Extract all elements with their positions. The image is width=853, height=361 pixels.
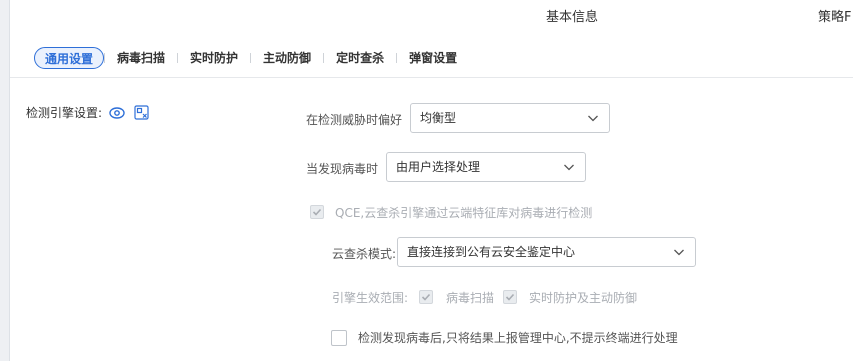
virus-found-label: 当发现病毒时 <box>306 162 379 176</box>
chevron-down-icon <box>674 249 684 256</box>
qce-label: QCE,云查杀引擎通过云端特征库对病毒进行检测 <box>335 206 593 220</box>
scope-realtime-label: 实时防护及主动防御 <box>529 291 638 305</box>
scope-realtime-checkbox[interactable] <box>503 290 517 304</box>
subtab-popup-settings[interactable]: 弹窗设置 <box>397 47 469 69</box>
section-title: 检测引擎设置: <box>26 106 103 120</box>
threat-preference-label: 在检测威胁时偏好 <box>306 113 403 127</box>
eye-icon[interactable] <box>108 105 126 121</box>
chevron-down-icon <box>588 115 598 122</box>
left-panel-border <box>0 0 10 361</box>
report-only-checkbox[interactable] <box>331 330 347 346</box>
virus-found-select[interactable]: 由用户选择处理 <box>386 152 586 182</box>
cloud-mode-select[interactable]: 直接连接到公有云安全鉴定中心 <box>397 237 696 267</box>
subtab-scheduled-scan[interactable]: 定时查杀 <box>324 47 396 69</box>
threat-preference-select[interactable]: 均衡型 <box>410 103 610 133</box>
checkmark-icon <box>312 208 322 216</box>
tab-basic-info[interactable]: 基本信息 <box>546 6 598 25</box>
cloud-mode-value: 直接连接到公有云安全鉴定中心 <box>407 245 576 259</box>
top-tab-bar: 基本信息 策略F <box>0 0 853 30</box>
subtab-realtime-protection[interactable]: 实时防护 <box>178 47 250 69</box>
checkmark-icon <box>505 293 515 301</box>
threat-preference-value: 均衡型 <box>420 111 457 125</box>
tab-policy[interactable]: 策略F <box>818 6 851 25</box>
chevron-down-icon <box>564 164 574 171</box>
subtab-virus-scan[interactable]: 病毒扫描 <box>105 47 177 69</box>
engine-settings-section: 检测引擎设置: <box>26 104 150 121</box>
subtab-active-defense[interactable]: 主动防御 <box>251 47 323 69</box>
engine-config-icon[interactable] <box>132 105 150 121</box>
checkmark-icon <box>421 293 431 301</box>
qce-checkbox[interactable] <box>310 205 324 219</box>
subtab-bar: 通用设置 病毒扫描 实时防护 主动防御 定时查杀 弹窗设置 <box>34 46 469 70</box>
scope-virus-scan-label: 病毒扫描 <box>446 291 495 305</box>
virus-found-value: 由用户选择处理 <box>396 160 481 174</box>
divider <box>10 77 853 78</box>
scope-virus-scan-checkbox[interactable] <box>419 290 433 304</box>
cloud-mode-label: 云查杀模式: <box>332 247 397 261</box>
engine-scope-label: 引擎生效范围: <box>332 291 409 305</box>
report-only-label: 检测发现病毒后,只将结果上报管理中心,不提示终端进行处理 <box>358 331 678 345</box>
subtab-general-settings[interactable]: 通用设置 <box>34 47 105 69</box>
